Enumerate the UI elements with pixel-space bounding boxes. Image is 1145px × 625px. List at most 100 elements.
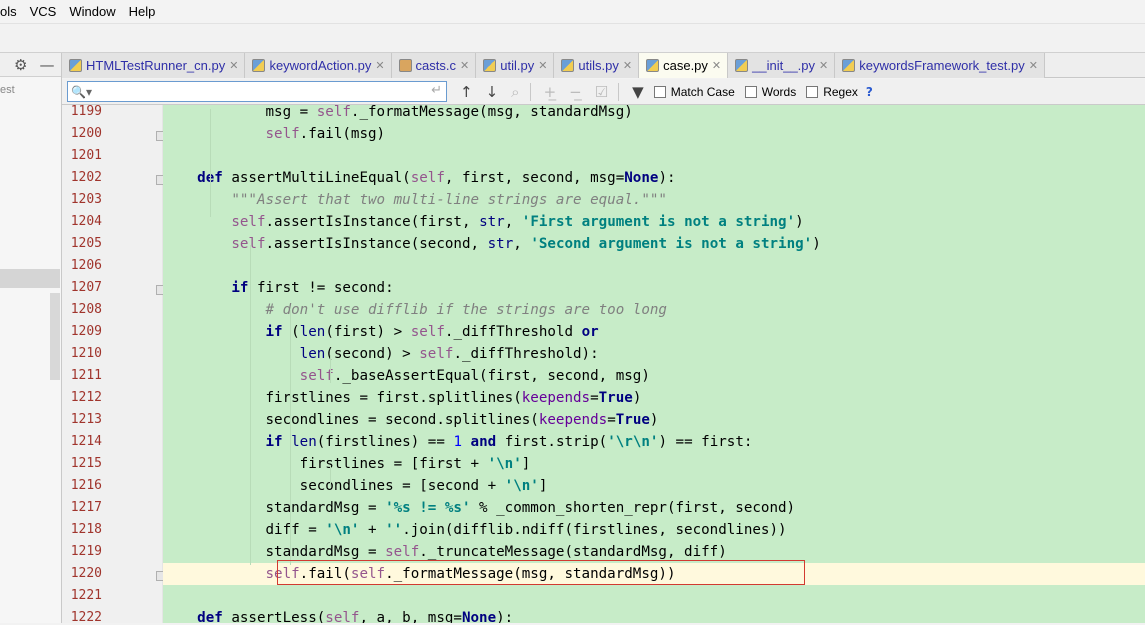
tab-utils-py[interactable]: utils.py ✕ bbox=[554, 53, 640, 78]
code-editor[interactable]: msg = self._formatMessage(msg, standardM… bbox=[163, 105, 1145, 623]
match-case-option[interactable]: Match Case bbox=[653, 85, 735, 99]
close-icon[interactable]: ✕ bbox=[623, 59, 632, 72]
close-icon[interactable]: ✕ bbox=[712, 59, 721, 72]
match-case-checkbox[interactable] bbox=[653, 85, 666, 98]
project-tree-selected-row[interactable] bbox=[0, 269, 60, 288]
line-number: 1201 bbox=[70, 148, 102, 163]
tab-casts-c[interactable]: casts.c ✕ bbox=[391, 53, 477, 78]
code-line[interactable]: secondlines = second.splitlines(keepends… bbox=[163, 409, 1145, 431]
tab-util-py[interactable]: util.py ✕ bbox=[476, 53, 555, 78]
indent-guide bbox=[290, 310, 291, 565]
code-line[interactable] bbox=[163, 255, 1145, 277]
close-icon[interactable]: ✕ bbox=[538, 59, 547, 72]
close-icon[interactable]: ✕ bbox=[819, 59, 828, 72]
code-line[interactable]: if first != second: bbox=[163, 277, 1145, 299]
tab-keywordsframework-test-py[interactable]: keywordsFramework_test.py ✕ bbox=[835, 53, 1045, 78]
line-number: 1199 bbox=[70, 104, 102, 119]
regex-help-link[interactable]: ? bbox=[866, 85, 873, 99]
c-file-icon bbox=[398, 59, 412, 72]
code-line[interactable]: def assertMultiLineEqual(self, first, se… bbox=[163, 167, 1145, 189]
code-line[interactable]: # don't use difflib if the strings are t… bbox=[163, 299, 1145, 321]
code-line[interactable]: standardMsg = '%s != %s' % _common_short… bbox=[163, 497, 1145, 519]
search-field[interactable]: 🔍▾ ↵ bbox=[67, 81, 447, 102]
previous-occurrence-icon[interactable]: ↑ bbox=[460, 83, 473, 101]
tab-htmltestrunner-cn-py[interactable]: HTMLTestRunner_cn.py ✕ bbox=[62, 53, 246, 78]
code-token: if bbox=[265, 434, 283, 450]
python-file-icon bbox=[842, 59, 856, 72]
code-line[interactable]: if len(firstlines) == 1 and first.strip(… bbox=[163, 431, 1145, 453]
line-number: 1203 bbox=[70, 192, 102, 207]
words-checkbox[interactable] bbox=[744, 85, 757, 98]
remove-occurrence-icon[interactable]: −̲ bbox=[569, 83, 582, 101]
tab-keywordaction-py[interactable]: keywordAction.py ✕ bbox=[245, 53, 392, 78]
add-occurrence-icon[interactable]: +̲ bbox=[544, 83, 557, 101]
code-token: 'First argument is not a string' bbox=[521, 214, 796, 230]
filter-icon[interactable]: ▼ bbox=[632, 83, 644, 101]
code-line[interactable]: if (len(first) > self._diffThreshold or bbox=[163, 321, 1145, 343]
newline-icon[interactable]: ↵ bbox=[431, 83, 442, 98]
menu-help[interactable]: Help bbox=[129, 4, 156, 19]
tab-case-py[interactable]: case.py ✕ bbox=[639, 53, 729, 78]
code-token: self bbox=[265, 126, 300, 142]
code-line[interactable] bbox=[163, 145, 1145, 167]
python-file-icon bbox=[483, 59, 497, 72]
menu-vcs[interactable]: VCS bbox=[30, 4, 57, 19]
code-token: '\n' bbox=[325, 522, 360, 538]
code-line[interactable]: self.assertIsInstance(second, str, 'Seco… bbox=[163, 233, 1145, 255]
regex-checkbox[interactable] bbox=[806, 85, 819, 98]
code-line[interactable]: secondlines = [second + '\n'] bbox=[163, 475, 1145, 497]
tab-label: HTMLTestRunner_cn.py bbox=[86, 58, 226, 73]
code-token: ) bbox=[632, 390, 642, 406]
project-tree-item[interactable]: est bbox=[0, 84, 15, 96]
code-token: (second) > bbox=[325, 346, 420, 362]
close-icon[interactable]: ✕ bbox=[1029, 59, 1038, 72]
line-number: 1212 bbox=[70, 390, 102, 405]
code-token: .fail(msg) bbox=[299, 126, 386, 142]
close-icon[interactable]: ✕ bbox=[229, 59, 238, 72]
code-line[interactable]: firstlines = first.splitlines(keepends=T… bbox=[163, 387, 1145, 409]
line-number: 1216 bbox=[70, 478, 102, 493]
code-line[interactable]: self._baseAssertEqual(first, second, msg… bbox=[163, 365, 1145, 387]
close-icon[interactable]: ✕ bbox=[375, 59, 384, 72]
close-icon[interactable]: ✕ bbox=[460, 59, 469, 72]
code-token: first.strip( bbox=[496, 434, 608, 450]
code-line[interactable]: len(second) > self._diffThreshold): bbox=[163, 343, 1145, 365]
editor-tab-bar: HTMLTestRunner_cn.py ✕ keywordAction.py ✕ ca… bbox=[62, 53, 1145, 78]
code-token: % _common_shorten_repr(first, second) bbox=[470, 500, 796, 516]
code-token: ): bbox=[496, 610, 514, 623]
minimize-icon[interactable]: — bbox=[39, 56, 54, 74]
divider bbox=[529, 82, 531, 101]
code-token: ._truncateMessage(standardMsg, diff) bbox=[419, 544, 727, 560]
code-token: ) bbox=[812, 236, 821, 252]
select-all-occurrences-icon[interactable]: ☑ bbox=[595, 83, 608, 101]
code-line[interactable]: """Assert that two multi-line strings ar… bbox=[163, 189, 1145, 211]
code-token: .join(difflib.ndiff(firstlines, secondli… bbox=[402, 522, 787, 538]
code-line[interactable]: firstlines = [first + '\n'] bbox=[163, 453, 1145, 475]
code-line[interactable]: msg = self._formatMessage(msg, standardM… bbox=[163, 105, 1145, 123]
project-panel-scrollbar[interactable] bbox=[50, 293, 60, 380]
next-occurrence-icon[interactable]: ↓ bbox=[486, 83, 499, 101]
code-line[interactable]: self.assertIsInstance(first, str, 'First… bbox=[163, 211, 1145, 233]
code-line[interactable]: self.fail(msg) bbox=[163, 123, 1145, 145]
menu-window[interactable]: Window bbox=[69, 4, 115, 19]
find-bar: 🔍▾ ↵ ↑ ↓ ⌕ +̲ −̲ ☑ ▼ Match Case Words Re… bbox=[62, 79, 1145, 105]
code-token: self bbox=[419, 346, 454, 362]
search-input[interactable] bbox=[97, 82, 418, 101]
regex-option[interactable]: Regex bbox=[806, 85, 858, 99]
search-icon[interactable]: 🔍▾ bbox=[71, 85, 92, 99]
gear-icon[interactable]: ⚙ bbox=[14, 56, 27, 74]
code-line[interactable]: diff = '\n' + ''.join(difflib.ndiff(firs… bbox=[163, 519, 1145, 541]
code-line[interactable]: def assertLess(self, a, b, msg=None): bbox=[163, 607, 1145, 623]
words-option[interactable]: Words bbox=[744, 85, 796, 99]
find-all-icon[interactable]: ⌕ bbox=[511, 83, 519, 101]
line-number: 1204 bbox=[70, 214, 102, 229]
code-token: (first) > bbox=[325, 324, 411, 340]
code-token: keepends bbox=[538, 412, 608, 428]
code-line[interactable] bbox=[163, 585, 1145, 607]
line-number: 1214 bbox=[70, 434, 102, 449]
code-token: self bbox=[325, 610, 360, 623]
tab-init-py[interactable]: __init__.py ✕ bbox=[728, 53, 836, 78]
line-number: 1205 bbox=[70, 236, 102, 251]
menu-tools[interactable]: ols bbox=[0, 4, 17, 19]
